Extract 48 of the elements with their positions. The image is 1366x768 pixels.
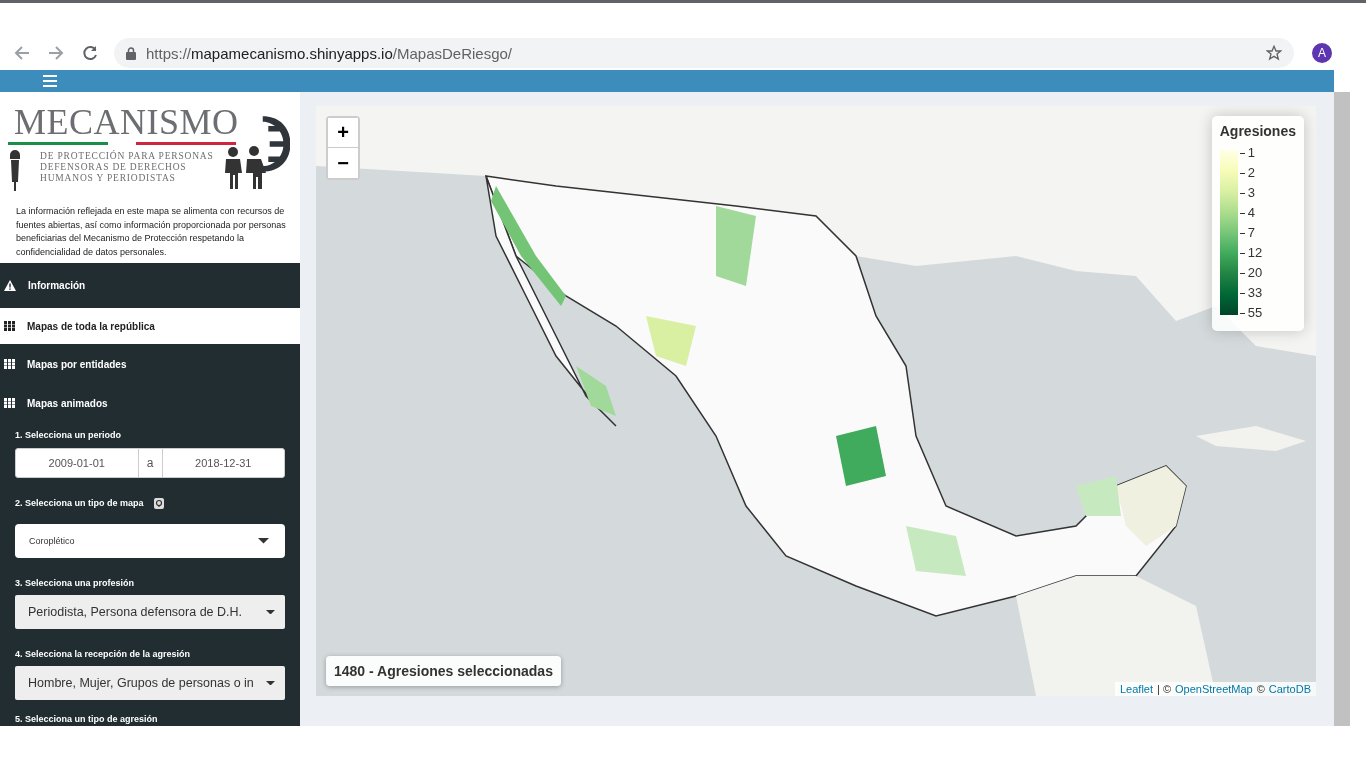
map-type-select[interactable]: Coroplético [15,524,285,558]
disclaimer-text: La información reflejada en este mapa se alimenta con recursos de fuentes abiertas, así como información proporcionada por personas beneficiarias del Mecanismo de Protección respetando la confidencialidad de datos personales. [16,205,287,259]
legend-label: 33 [1247,284,1263,302]
star-icon[interactable] [1266,45,1282,61]
field-label: 2. Selecciona un tipo de mapa [15,498,144,508]
logo-subtitle: HUMANOS Y PERIODISTAS [40,173,177,184]
legend-label: 3 [1247,184,1255,202]
field-label: 5. Selecciona un tipo de agresión [15,714,158,724]
help-icon[interactable] [153,497,164,509]
caret-icon [266,609,275,615]
zoom-in-button[interactable]: + [328,118,358,148]
caret-icon [266,680,275,686]
attribution-text: | © [1157,683,1172,695]
attribution-text: © [1256,683,1265,695]
legend-label: 2 [1247,164,1255,182]
scrollbar[interactable] [1334,92,1350,726]
grid-icon [4,321,15,332]
microphone-icon [8,149,22,191]
grid-icon [4,359,15,370]
attribution-link[interactable]: Leaflet [1120,683,1153,695]
logo-subtitle: DE PROTECCIÓN PARA PERSONAS [40,151,214,162]
legend-label: 4 [1247,204,1255,222]
lock-icon [126,46,136,60]
multi-select-dropdown[interactable]: Hombre, Mujer, Grupos de personas o in [15,666,285,700]
date-range-field[interactable]: 2009-01-01 a 2018-12-31 [15,448,285,478]
sidebar-item[interactable]: Mapas de toda la república [0,307,300,345]
attribution-link[interactable]: CartoDB [1268,683,1311,695]
grid-icon [4,398,15,409]
field-label: 1. Selecciona un periodo [15,430,122,440]
warning-icon [4,279,16,291]
field-label: 4. Selecciona la recepción de la agresión [15,648,191,659]
reload-icon[interactable] [80,43,100,63]
field-label: 3. Selecciona una profesión [15,577,135,588]
profile-avatar[interactable]: A [1312,43,1332,63]
legend-label: 12 [1247,244,1263,262]
multi-select-dropdown[interactable]: Periodista, Persona defensora de D.H. [15,595,285,629]
attribution-link[interactable]: OpenStreetMap [1175,683,1253,695]
legend-label: 20 [1247,264,1263,282]
selection-count: 1480 - Agresiones seleccionadas [326,656,561,686]
legend-label: 7 [1247,224,1255,242]
legend-label: 1 [1247,144,1255,162]
legend-label: 55 [1247,304,1263,322]
caret-icon [258,538,269,544]
menu-icon[interactable] [43,75,57,87]
legend-title: Agresiones [1219,123,1296,139]
address-bar[interactable]: https://mapamecanismo.shinyapps.io/MapasDeRiesgo/ [114,38,1294,68]
logo-subtitle: DEFENSORAS DE DERECHOS [40,162,188,173]
logo-title: MECANISMO [13,104,240,140]
